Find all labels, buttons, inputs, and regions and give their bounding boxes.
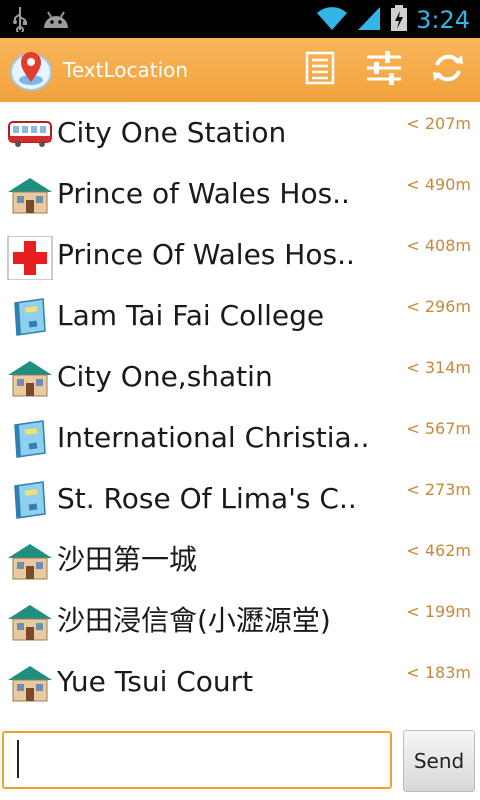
school-book-icon: [7, 297, 53, 337]
house-icon: [7, 602, 53, 642]
action-bar: TextLocation: [0, 38, 480, 102]
filter-settings-button[interactable]: [360, 50, 408, 90]
app-title: TextLocation: [63, 58, 189, 82]
place-name: City One,shatin: [57, 360, 273, 393]
list-item[interactable]: Prince Of Wales Hos.. < 408m: [0, 224, 480, 285]
place-distance: < 296m: [406, 297, 471, 316]
list-item[interactable]: Yue Tsui Court < 183m: [0, 651, 480, 712]
place-distance: < 199m: [406, 602, 471, 621]
house-icon: [7, 663, 53, 703]
list-item[interactable]: Lam Tai Fai College < 296m: [0, 285, 480, 346]
place-name: International Christia..: [57, 421, 370, 454]
list-item[interactable]: City One Station < 207m: [0, 102, 480, 163]
signal-icon: [356, 5, 382, 35]
place-name: City One Station: [57, 116, 287, 149]
place-name: Prince of Wales Hos..: [57, 177, 350, 210]
list-item[interactable]: Prince of Wales Hos.. < 490m: [0, 163, 480, 224]
place-distance: < 207m: [406, 114, 471, 133]
status-bar: 3:24: [0, 0, 480, 38]
list-item[interactable]: International Christia.. < 567m: [0, 407, 480, 468]
place-distance: < 462m: [406, 541, 471, 560]
android-debug-icon: [42, 8, 70, 34]
list-icon: [305, 51, 335, 89]
message-input[interactable]: [2, 731, 392, 789]
list-button[interactable]: [296, 50, 344, 90]
place-distance: < 490m: [406, 175, 471, 194]
wifi-icon: [316, 5, 348, 35]
place-distance: < 183m: [406, 663, 471, 682]
battery-charging-icon: [390, 4, 408, 36]
place-name: St. Rose Of Lima's C..: [57, 482, 357, 515]
school-book-icon: [7, 419, 53, 459]
place-name: 沙田第一城: [57, 543, 198, 576]
map-pin-icon[interactable]: [8, 46, 54, 92]
hospital-cross-icon: [7, 235, 53, 281]
place-name: 沙田浸信會(小瀝源堂): [57, 604, 331, 637]
places-list[interactable]: City One Station < 207m Prince of Wales …: [0, 102, 480, 726]
send-button[interactable]: Send: [403, 730, 475, 792]
house-icon: [7, 541, 53, 581]
list-item[interactable]: City One,shatin < 314m: [0, 346, 480, 407]
place-distance: < 567m: [406, 419, 471, 438]
list-item[interactable]: St. Rose Of Lima's C.. < 273m: [0, 468, 480, 529]
refresh-button[interactable]: [424, 50, 472, 90]
composer-bar: Send: [0, 726, 480, 800]
text-cursor: [17, 740, 19, 778]
list-item[interactable]: 沙田第一城 < 462m: [0, 529, 480, 590]
house-icon: [7, 175, 53, 215]
sliders-icon: [365, 50, 403, 90]
school-book-icon: [7, 480, 53, 520]
place-name: Yue Tsui Court: [57, 665, 254, 698]
train-icon: [7, 114, 53, 154]
place-distance: < 273m: [406, 480, 471, 499]
usb-icon: [12, 6, 28, 36]
place-name: Prince Of Wales Hos..: [57, 238, 355, 271]
refresh-icon: [430, 50, 466, 90]
place-distance: < 314m: [406, 358, 471, 377]
house-icon: [7, 358, 53, 398]
clock: 3:24: [416, 6, 470, 34]
place-distance: < 408m: [406, 236, 471, 255]
list-item[interactable]: 沙田浸信會(小瀝源堂) < 199m: [0, 590, 480, 651]
place-name: Lam Tai Fai College: [57, 299, 325, 332]
